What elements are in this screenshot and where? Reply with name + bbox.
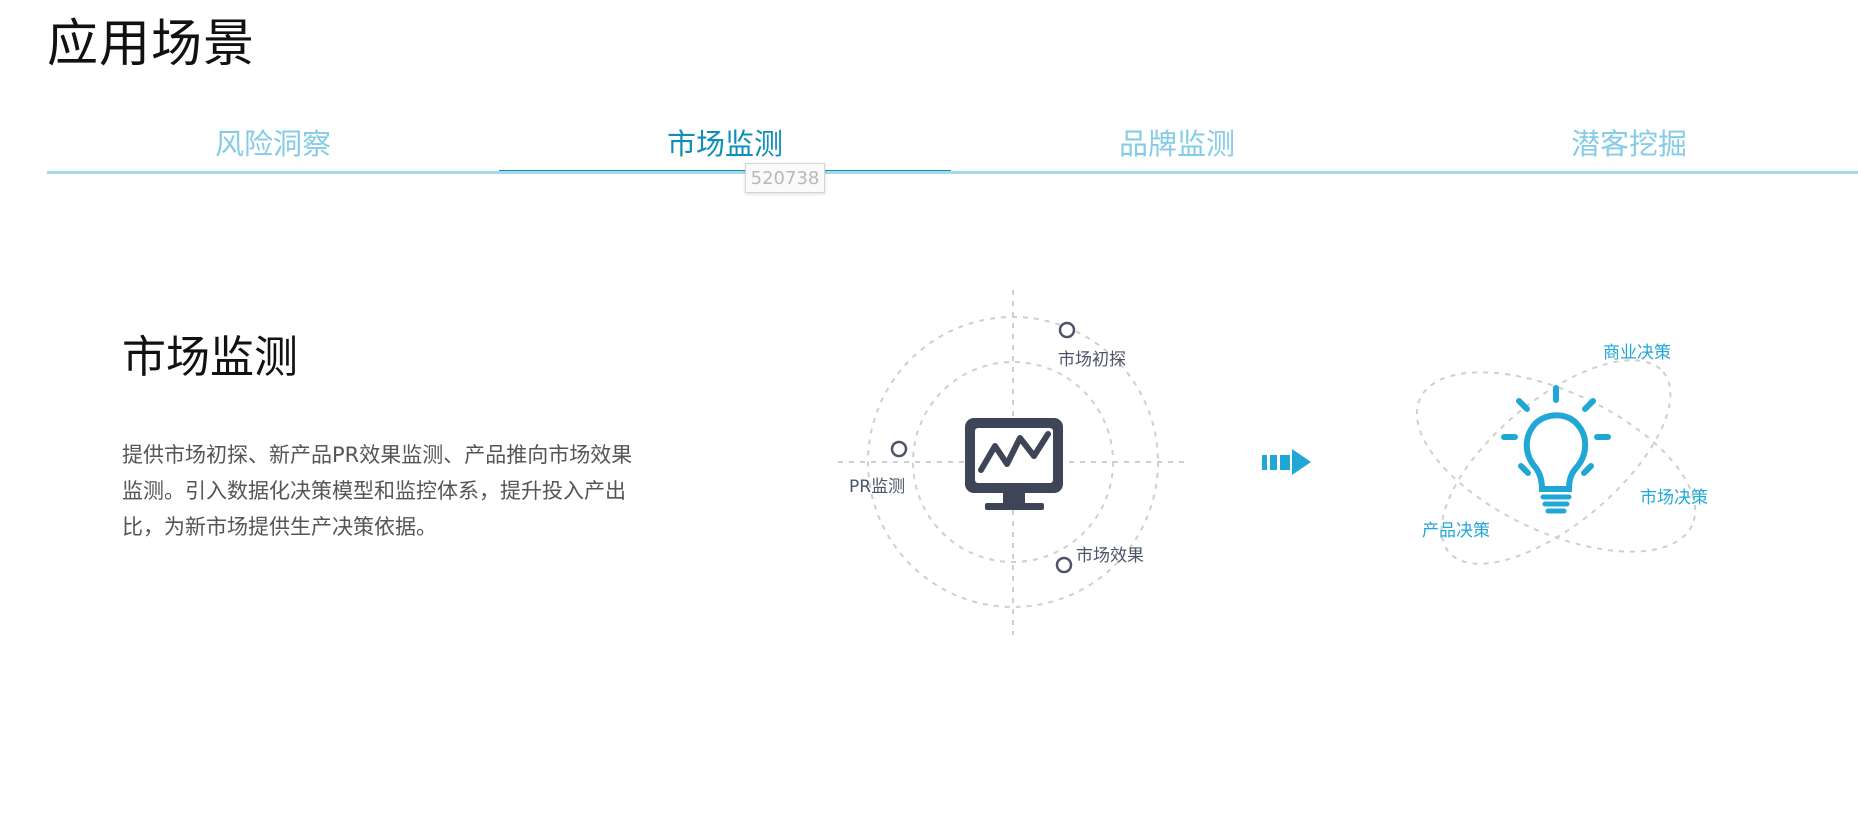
label-market-decision: 市场决策 [1640,488,1708,508]
label-business-decision: 商业决策 [1603,343,1671,363]
decision-orbits [1415,359,1697,565]
label-product-decision: 产品决策 [1422,521,1490,541]
lightbulb-icon [1501,385,1611,514]
label-market-effect: 市场效果 [1076,546,1144,566]
label-market-exploration: 市场初探 [1058,350,1126,370]
market-monitoring-diagram: 市场初探 PR监测 市场效果 商业决策 市场决策 产品决策 [838,290,1708,635]
arrow-right-icon [1262,449,1311,475]
monitor-chart-icon [965,418,1063,510]
label-pr-monitoring: PR监测 [849,477,905,497]
